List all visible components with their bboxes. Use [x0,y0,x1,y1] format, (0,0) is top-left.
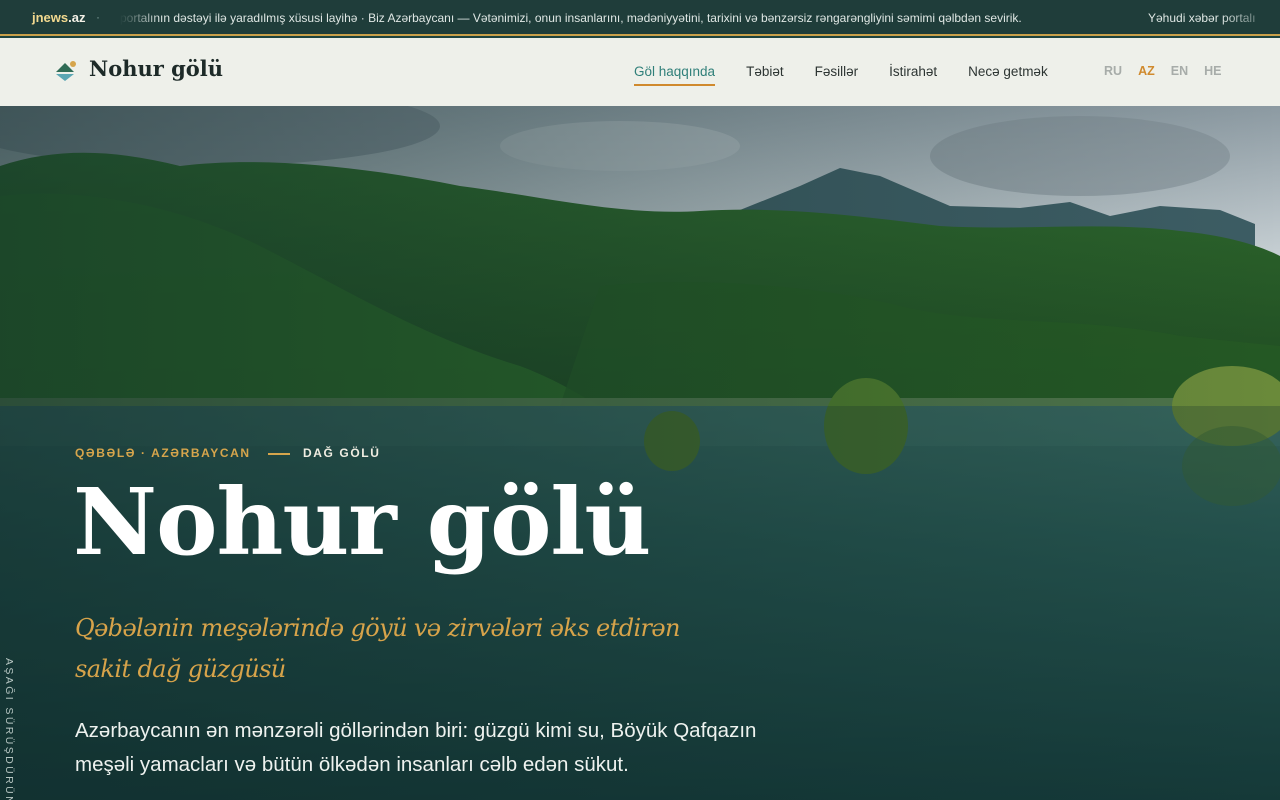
site-logo[interactable]: Nohur gölü [89,56,223,81]
brand-name: jnews [32,10,69,25]
nav-link-about[interactable]: Göl haqqında [634,64,716,86]
scroll-down-hint[interactable]: AŞAĞI SÜRÜŞDÜRÜN [3,658,15,800]
ticker-right-fade [1220,0,1280,34]
nav-link-seasons[interactable]: Fəsillər [815,64,859,79]
site-header: Nohur gölü Göl haqqında Təbiət Fəsillər … [0,38,1280,106]
hero-subtitle: Qəbələnin meşələrində göyü və zirvələri … [75,614,680,683]
lang-az[interactable]: AZ [1138,64,1155,78]
brand-tld: .az [68,10,86,25]
nav-link-nature[interactable]: Təbiət [746,64,784,79]
top-ticker-bar: jnews.az · portalının dəstəyi ilə yaradı… [0,0,1280,36]
ticker-left-fade [120,0,160,34]
hero-title: Nohur gölü [73,468,651,576]
language-switcher: RU AZ EN HE [1104,64,1221,78]
hero-location-label: QƏBƏLƏ · AZƏRBAYCAN [75,446,251,460]
lang-en[interactable]: EN [1171,64,1188,78]
nav-link-leisure[interactable]: İstirahət [889,64,937,79]
eyebrow-divider [268,453,290,455]
lang-he[interactable]: HE [1204,64,1221,78]
jnews-brand-link[interactable]: jnews.az [32,10,85,25]
nav-link-how-to-get[interactable]: Necə getmək [968,64,1048,79]
lang-ru[interactable]: RU [1104,64,1122,78]
hero-type-label: DAĞ GÖLÜ [303,446,381,460]
ticker-message: portalının dəstəyi ilə yaradılmış xüsusi… [120,11,1022,25]
main-navigation: Göl haqqında Təbiət Fəsillər İstirahət N… [634,64,1048,86]
mountain-lake-logo-icon [56,61,76,81]
hero-description: Azərbaycanın ən mənzərəli göllərindən bi… [75,719,757,776]
ticker-separator: · [96,10,100,24]
hero-section: QƏBƏLƏ · AZƏRBAYCAN DAĞ GÖLÜ Nohur gölü … [0,106,1280,800]
